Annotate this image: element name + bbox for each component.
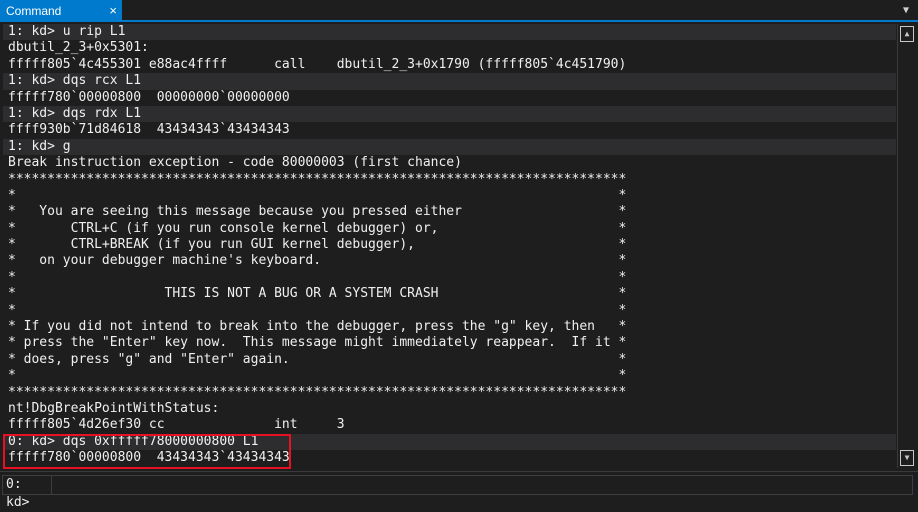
- output-line: * does, press "g" and "Enter" again. *: [8, 351, 627, 367]
- command-output[interactable]: 1: kd> u rip L1 dbutil_2_3+0x5301: fffff80…: [3, 24, 896, 468]
- output-line: * *: [8, 302, 627, 318]
- output-line: nt!DbgBreakPointWithStatus:: [8, 400, 220, 416]
- output-line: * CTRL+C (if you run console kernel debu…: [8, 220, 627, 236]
- output-line: * CTRL+BREAK (if you run GUI kernel debu…: [8, 237, 627, 253]
- output-line: Break instruction exception - code 80000…: [8, 155, 462, 171]
- output-line: fffff805`4d26ef30 cc int 3: [8, 417, 345, 433]
- command-line: 1: kd> g: [3, 138, 896, 156]
- command-prompt: 0: kd>: [2, 475, 52, 510]
- output-line: fffff780`00000800 00000000`00000000: [8, 89, 290, 105]
- output-line: * press the "Enter" key now. This messag…: [8, 335, 627, 351]
- close-icon[interactable]: ×: [109, 0, 117, 22]
- scroll-up-icon[interactable]: ▲: [900, 26, 914, 42]
- output-line: * *: [8, 368, 627, 384]
- command-line: 1: kd> dqs rcx L1: [3, 73, 896, 90]
- scroll-down-icon[interactable]: ▼: [900, 450, 914, 466]
- chevron-down-icon[interactable]: ▼: [900, 3, 912, 19]
- command-input[interactable]: [52, 475, 913, 495]
- command-line: 0: kd> dqs 0xfffff78000000800 L1: [3, 433, 896, 451]
- command-line: 1: kd> dqs rdx L1: [3, 105, 896, 123]
- tab-label: Command: [6, 4, 62, 18]
- output-line: * on your debugger machine's keyboard. *: [8, 253, 627, 269]
- output-line: ****************************************…: [8, 171, 627, 187]
- output-line: * *: [8, 187, 627, 203]
- output-line: fffff780`00000800 43434343`43434343: [8, 450, 290, 466]
- tab-command[interactable]: Command ×: [0, 0, 122, 22]
- command-bar: 0: kd>: [0, 471, 918, 510]
- command-line: 1: kd> u rip L1: [3, 24, 896, 41]
- output-line: * THIS IS NOT A BUG OR A SYSTEM CRASH *: [8, 286, 627, 302]
- output-line: ffff930b`71d84618 43434343`43434343: [8, 122, 290, 138]
- output-line: ****************************************…: [8, 384, 627, 400]
- vertical-scrollbar[interactable]: ▲ ▼: [897, 24, 915, 468]
- title-bar: Command × ▼: [0, 0, 918, 22]
- output-line: fffff805`4c455301 e88ac4ffff call dbutil…: [8, 56, 627, 72]
- output-line: * You are seeing this message because yo…: [8, 204, 627, 220]
- output-line: * If you did not intend to break into th…: [8, 319, 627, 335]
- output-line: dbutil_2_3+0x5301:: [8, 40, 149, 56]
- output-line: * *: [8, 269, 627, 285]
